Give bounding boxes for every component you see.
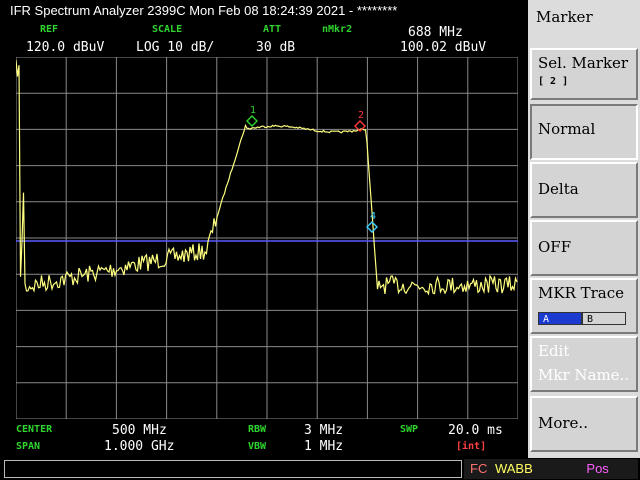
vbw-label: VBW [248,441,267,452]
edit-label: Edit [538,342,570,360]
status-indicators: FC WABB Pos [464,459,638,479]
active-marker-level: 100.02 dBuV [400,40,487,55]
off-button[interactable]: OFF [530,220,638,276]
center-value: 500 MHz [112,423,167,438]
marker-4-diamond [366,221,378,233]
sel-marker-value: [ 2 ] [538,76,569,87]
trace-b-option[interactable]: B [582,312,626,325]
scale-value: LOG 10 dB/ [136,40,215,55]
rbw-value: 3 MHz [304,423,344,438]
pos-indicator: Pos [586,461,609,476]
normal-button[interactable]: Normal [530,104,638,160]
span-value: 1.000 GHz [104,439,175,454]
active-marker-frequency: 688 MHz [408,25,463,40]
graticule-grid [16,57,518,419]
status-message-box [4,460,462,478]
vbw-value: 1 MHz [304,439,344,454]
marker-4-label: 4 [370,211,376,222]
rbw-label: RBW [248,424,267,435]
sweep-value: 20.0 ms [448,423,503,438]
window-title: IFR Spectrum Analyzer 2399C Mon Feb 08 1… [10,3,398,18]
trace-a-option[interactable]: A [538,312,582,325]
span-label: SPAN [16,441,41,452]
active-marker-label: nMkr2 [322,24,353,35]
more-button[interactable]: More.. [530,396,638,452]
center-label: CENTER [16,424,53,435]
ref-value: 120.0 dBuV [26,40,105,55]
mkr-trace-button[interactable]: MKR Trace AB [530,278,638,334]
sweep-mode: [int] [456,441,487,452]
scale-label: SCALE [152,24,183,35]
edit-mkr-name-button[interactable]: Edit Mkr Name.. [530,336,638,392]
spectrum-display[interactable]: 1 2 4 [16,57,518,419]
softkey-panel: Marker Sel. Marker [ 2 ] Normal Delta OF… [528,0,640,480]
mkr-trace-label: MKR Trace [538,284,625,302]
sel-marker-label: Sel. Marker [538,54,629,72]
delta-button[interactable]: Delta [530,162,638,218]
att-label: ATT [263,24,282,35]
marker-1-label: 1 [250,105,256,116]
ref-label: REF [40,24,59,35]
marker-2: 2 [354,110,366,132]
marker-4: 4 [366,211,378,233]
softkey-menu-title: Marker [530,4,638,34]
marker-1: 1 [246,105,258,127]
sel-marker-button[interactable]: Sel. Marker [ 2 ] [530,48,638,100]
sweep-label: SWP [400,424,419,435]
marker-2-label: 2 [358,110,364,121]
fc-indicator: FC [470,461,488,476]
marker-1-diamond [246,115,258,127]
mkr-name-label: Mkr Name.. [538,366,630,384]
wabb-indicator: WABB [494,461,533,476]
att-value: 30 dB [256,40,296,55]
